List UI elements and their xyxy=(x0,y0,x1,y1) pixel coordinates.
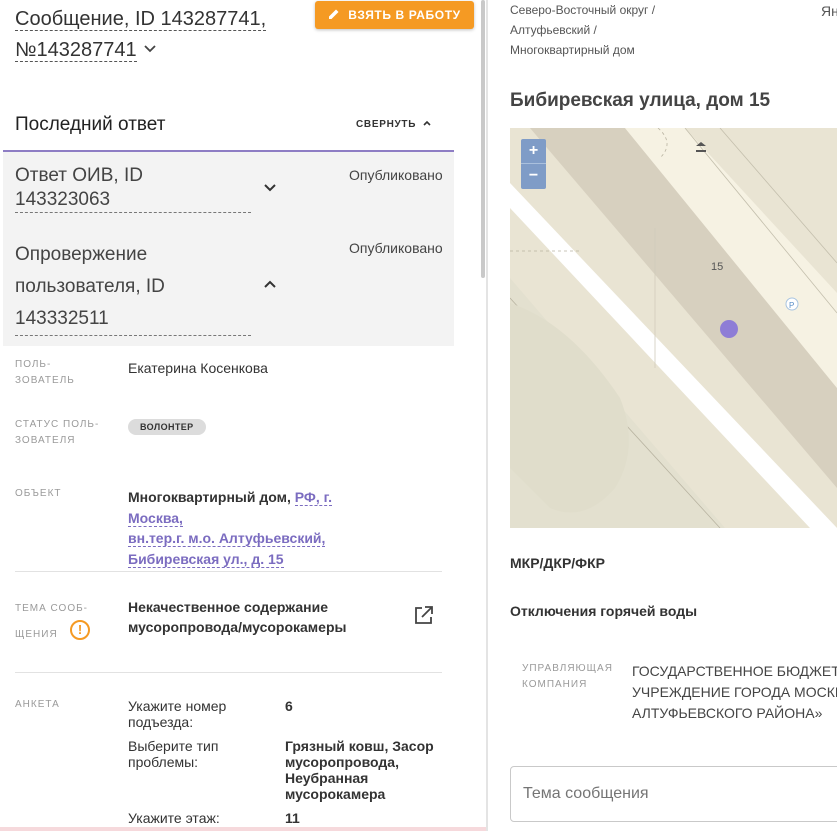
message-panel: Сообщение, ID 143287741, №143287741 ВЗЯТ… xyxy=(0,0,486,831)
survey-question: Выберите тип проблемы: xyxy=(128,738,219,770)
breadcrumb-item: Многоквартирный дом xyxy=(510,43,635,57)
answer-title-line2: 143323063 xyxy=(15,189,111,210)
message-title: Сообщение, ID 143287741, №143287741 xyxy=(15,4,305,66)
external-link-icon[interactable] xyxy=(413,605,434,631)
management-company-value: ГОСУДАРСТВЕННОЕ БЮДЖЕТНОЕУЧРЕЖДЕНИЕ ГОРО… xyxy=(632,663,837,721)
message-title-line2[interactable]: №143287741 xyxy=(15,39,137,62)
breadcrumb-item[interactable]: Алтуфьевский / xyxy=(510,23,597,37)
object-panel: Северо-Восточный округ / Алтуфьевский / … xyxy=(488,0,837,831)
user-label: ПОЛЬ- ЗОВАТЕЛЬ xyxy=(15,359,75,386)
subcategory-label: Отключения горячей воды xyxy=(510,603,698,619)
divider xyxy=(15,571,442,572)
object-address-link[interactable]: Бибиревская ул., д. 15 xyxy=(128,550,284,568)
breadcrumb-item[interactable]: Северо-Восточный округ / xyxy=(510,3,655,17)
survey-answer: 6 xyxy=(285,698,293,714)
answers-list: Ответ ОИВ, ID 143323063 Опубликовано Опр… xyxy=(3,150,454,346)
warning-icon: ! xyxy=(70,620,90,640)
survey-question: Укажите номер подъезда: xyxy=(128,698,227,730)
parking-label: P xyxy=(789,301,794,310)
take-to-work-label: ВЗЯТЬ В РАБОТУ xyxy=(348,8,461,22)
map[interactable]: 15 P + − xyxy=(510,128,837,528)
category-label: МКР/ДКР/ФКР xyxy=(510,555,606,571)
divider xyxy=(15,672,442,673)
survey-question: Укажите этаж: xyxy=(128,810,220,826)
answer-title-oiv[interactable]: Ответ ОИВ, ID 143323063 xyxy=(15,164,251,213)
chevron-up-icon xyxy=(422,118,432,131)
user-name: Екатерина Косенкова xyxy=(128,360,268,376)
answer-title-line3: 143332511 xyxy=(15,308,109,329)
bottom-strip xyxy=(0,827,486,831)
survey-label: АНКЕТА xyxy=(15,699,60,710)
zoom-in-button[interactable]: + xyxy=(521,139,546,164)
chevron-up-icon[interactable] xyxy=(263,278,277,297)
answer-status: Опубликовано xyxy=(349,240,443,256)
breadcrumb: Северо-Восточный округ / Алтуфьевский / … xyxy=(510,0,655,60)
zoom-out-button[interactable]: − xyxy=(521,164,546,189)
topic-value: Некачественное содержание мусоропровода/… xyxy=(128,599,347,635)
chevron-down-icon[interactable] xyxy=(263,180,277,199)
answer-title-refutation[interactable]: Опровержение пользователя, ID 143332511 xyxy=(15,239,251,336)
survey-answer: 11 xyxy=(285,810,300,826)
pencil-icon xyxy=(328,8,340,23)
answer-title-line1: Ответ ОИВ, ID xyxy=(15,165,143,186)
object-address-link[interactable]: вн.тер.г. м.о. Алтуфьевский, xyxy=(128,530,326,547)
user-status-label: СТАТУС ПОЛЬ- ЗОВАТЕЛЯ xyxy=(15,419,100,446)
chevron-down-icon[interactable] xyxy=(142,35,158,66)
answer-title-line2: пользователя, ID xyxy=(15,276,165,297)
message-title-line1: Сообщение, ID 143287741, xyxy=(15,8,267,31)
answer-status: Опубликовано xyxy=(349,167,443,183)
take-to-work-button[interactable]: ВЗЯТЬ В РАБОТУ xyxy=(315,1,474,29)
map-canvas: 15 P xyxy=(510,128,837,528)
survey-answer: Грязный ковш, Засор мусоропровода, Неубр… xyxy=(285,738,434,802)
location-marker-icon[interactable] xyxy=(720,320,738,338)
collapse-label: СВЕРНУТЬ xyxy=(356,119,417,130)
last-answer-heading: Последний ответ xyxy=(15,114,166,135)
object-type: Многоквартирный дом, xyxy=(128,489,295,505)
map-zoom-control: + − xyxy=(521,139,546,189)
house-number-label: 15 xyxy=(711,261,723,273)
yandex-text-fragment: Ян xyxy=(821,3,837,19)
collapse-button[interactable]: СВЕРНУТЬ xyxy=(356,118,432,131)
management-company-label: УПРАВЛЯЮЩАЯ КОМПАНИЯ xyxy=(522,663,613,690)
object-value: Многоквартирный дом, РФ, г. Москва, вн.т… xyxy=(128,487,388,569)
message-topic-input[interactable] xyxy=(510,766,837,822)
object-label: ОБЪЕКТ xyxy=(15,488,62,499)
scrollbar[interactable] xyxy=(481,0,485,278)
object-address-title: Бибиревская улица, дом 15 xyxy=(510,90,771,111)
answer-title-line1: Опровержение xyxy=(15,244,148,265)
status-badge: ВОЛОНТЕР xyxy=(128,419,206,435)
